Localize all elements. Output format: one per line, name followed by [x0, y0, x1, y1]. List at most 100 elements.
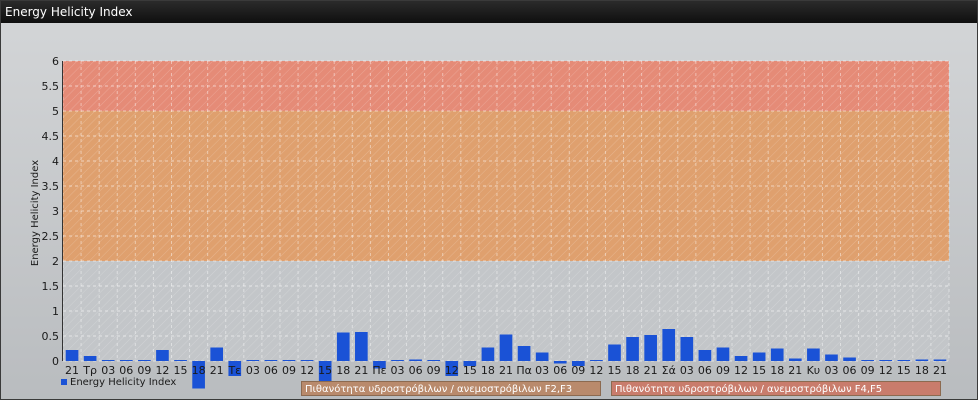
bar: [644, 335, 657, 361]
x-tick-label: 15: [318, 364, 332, 377]
bar: [662, 329, 676, 361]
x-tick-label: 15: [607, 364, 621, 377]
x-tick-label: 09: [861, 364, 875, 377]
x-tick-label: 15: [174, 364, 188, 377]
legend: Energy Helicity Index: [61, 377, 176, 388]
y-tick-label: 0.5: [42, 330, 60, 343]
bar: [391, 360, 404, 361]
y-tick-label: 4: [52, 155, 59, 168]
x-tick-label: 21: [354, 364, 368, 377]
bar: [590, 360, 603, 361]
legend-label: Energy Helicity Index: [70, 377, 177, 388]
x-tick-label: 09: [282, 364, 296, 377]
x-tick-label: 18: [192, 364, 206, 377]
x-tick-label: Πε: [372, 364, 386, 377]
bar: [300, 360, 314, 361]
x-tick-label: 06: [698, 364, 712, 377]
bar: [716, 347, 730, 361]
y-tick-label: 6: [52, 55, 59, 68]
bar: [517, 346, 531, 361]
x-tick-label: 03: [824, 364, 838, 377]
bar: [770, 348, 784, 361]
x-tick-label: 03: [246, 364, 260, 377]
x-tick-label: 09: [716, 364, 730, 377]
x-tick-label: 03: [535, 364, 549, 377]
x-tick-label: 15: [463, 364, 477, 377]
y-tick-label: 3: [52, 205, 59, 218]
x-tick-label: 21: [65, 364, 79, 377]
y-axis-ticks: 0 0.5 1 1.5 2 2.5 3 3.5 4 4.5 5 5.5 6: [42, 55, 60, 368]
x-tick-label: 12: [300, 364, 314, 377]
bar: [119, 360, 133, 361]
bar: [355, 332, 368, 361]
x-tick-label: 03: [101, 364, 115, 377]
y-axis-label: Energy Helicity Index: [30, 160, 41, 266]
bar: [752, 352, 766, 361]
x-tick-label: 18: [336, 364, 350, 377]
x-tick-label: 06: [553, 364, 567, 377]
y-tick-label: 1: [52, 305, 59, 318]
y-tick-label: 5.5: [42, 80, 60, 93]
x-tick-label: Πα: [516, 364, 532, 377]
bar: [336, 332, 350, 361]
y-tick-label: 5: [52, 105, 59, 118]
chart-window: Energy Helicity Index 0 0.5 1 1.5 2 2.5 3 3.5 4 4…: [0, 0, 978, 400]
x-tick-label: 12: [155, 364, 169, 377]
x-axis-ticks: 21 Τρ 03 06 09 12 15 18 21 Τε 03 06 09 12 15 18 21 Πε 03 06…: [65, 364, 947, 377]
y-tick-label: 0: [52, 355, 59, 368]
bar: [246, 360, 260, 361]
x-tick-label: 18: [626, 364, 640, 377]
x-tick-label: 03: [391, 364, 405, 377]
bar: [915, 359, 929, 361]
x-tick-label: 12: [734, 364, 748, 377]
bar: [83, 356, 97, 361]
bar: [933, 359, 947, 361]
x-tick-label: 06: [409, 364, 423, 377]
bar: [156, 350, 169, 361]
x-tick-label: 12: [589, 364, 603, 377]
bar: [481, 347, 495, 361]
x-tick-label: 18: [481, 364, 495, 377]
bar: [282, 360, 296, 361]
y-tick-label: 4.5: [42, 130, 60, 143]
bar: [427, 360, 441, 361]
bar: [879, 360, 893, 361]
band-label-high: Πιθανότητα υδροστρόβιλων / ανεμοστρόβιλω…: [611, 381, 941, 396]
x-tick-label: 03: [680, 364, 694, 377]
x-tick-label: Τρ: [82, 364, 97, 377]
x-tick-label: 18: [770, 364, 784, 377]
x-tick-label: Σά: [662, 364, 676, 377]
bar: [65, 350, 79, 361]
x-tick-label: 09: [427, 364, 441, 377]
x-tick-label: 06: [843, 364, 857, 377]
x-tick-label: 15: [897, 364, 911, 377]
x-tick-label: 12: [879, 364, 893, 377]
x-tick-label: 21: [788, 364, 802, 377]
x-tick-label: 06: [264, 364, 278, 377]
x-tick-label: 21: [933, 364, 947, 377]
bar: [101, 360, 115, 361]
bar: [788, 358, 802, 361]
x-tick-label: 21: [644, 364, 658, 377]
y-tick-label: 2.5: [42, 230, 60, 243]
y-tick-label: 2: [52, 255, 59, 268]
bar: [734, 356, 748, 361]
x-tick-label: 09: [137, 364, 151, 377]
bar: [861, 360, 874, 361]
bar: [843, 357, 856, 361]
x-tick-label: 21: [210, 364, 224, 377]
bar: [138, 360, 151, 361]
x-tick-label: Τε: [227, 364, 241, 377]
bar: [409, 359, 422, 361]
bar: [264, 360, 278, 361]
legend-swatch: [61, 379, 67, 385]
x-tick-label: 15: [752, 364, 766, 377]
x-tick-label: Κυ: [807, 364, 821, 377]
bar: [608, 344, 621, 361]
x-tick-label: 12: [445, 364, 459, 377]
x-tick-label: 21: [499, 364, 513, 377]
x-tick-label: 09: [571, 364, 585, 377]
y-tick-label: 1.5: [42, 280, 60, 293]
bar: [825, 354, 838, 361]
bar: [897, 360, 911, 361]
